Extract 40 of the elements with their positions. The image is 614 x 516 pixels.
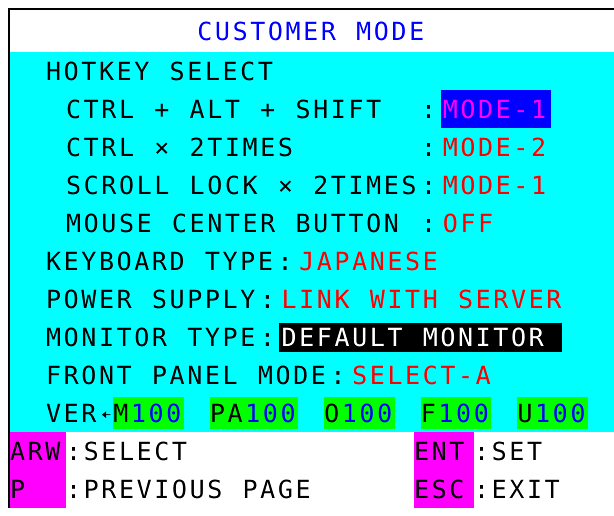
colon: : (276, 246, 296, 276)
setting-value[interactable]: MODE-1 (440, 90, 551, 128)
key-description: :SET (474, 436, 545, 468)
colon: : (258, 322, 278, 352)
setting-label: CTRL × 2TIMES (66, 132, 296, 164)
key-badge: P (10, 470, 66, 508)
colon: : (329, 360, 350, 390)
key-description: :PREVIOUS PAGE (66, 474, 314, 506)
setting-label: CTRL + ALT + SHIFT (66, 94, 384, 126)
setting-label: KEYBOARD TYPE (46, 246, 276, 276)
setting-value[interactable]: LINK WITH SERVER (279, 284, 566, 314)
key-badge: ENT (414, 432, 474, 470)
colon: : (420, 170, 440, 202)
key-description: :EXIT (474, 474, 562, 506)
setting-value[interactable]: MODE-1 (440, 166, 551, 204)
setting-value[interactable]: OFF (440, 204, 498, 242)
key-description: :SELECT (66, 436, 190, 468)
colon: : (258, 284, 278, 314)
key-badge: ARW (10, 432, 66, 470)
setting-label: SCROLL LOCK × 2TIMES (66, 170, 420, 202)
setting-value[interactable]: JAPANESE (297, 246, 442, 276)
setting-value[interactable]: MODE-2 (440, 128, 551, 166)
setting-value[interactable]: DEFAULT MONITOR (279, 322, 562, 352)
screen-title: CUSTOMER MODE (197, 16, 427, 46)
key-badge: ESC (414, 470, 474, 508)
version-badge: PA 100 (210, 397, 298, 429)
colon: : (420, 208, 440, 240)
setting-label: FRONT PANEL MODE (46, 360, 328, 390)
version-badge: U 100 (517, 397, 588, 429)
version-label: VER (46, 398, 99, 428)
colon: : (420, 94, 440, 126)
setting-value[interactable]: SELECT-A (350, 360, 496, 390)
colon: : (420, 132, 440, 164)
setting-label: POWER SUPPLY (46, 284, 258, 314)
section-heading: HOTKEY SELECT (46, 56, 276, 86)
setting-label: MONITOR TYPE (46, 322, 258, 352)
version-badge: F 100 (420, 397, 492, 429)
version-badge: O 100 (324, 397, 395, 429)
version-badge: M 100 (113, 397, 184, 429)
setting-label: MOUSE CENTER BUTTON (66, 208, 402, 240)
